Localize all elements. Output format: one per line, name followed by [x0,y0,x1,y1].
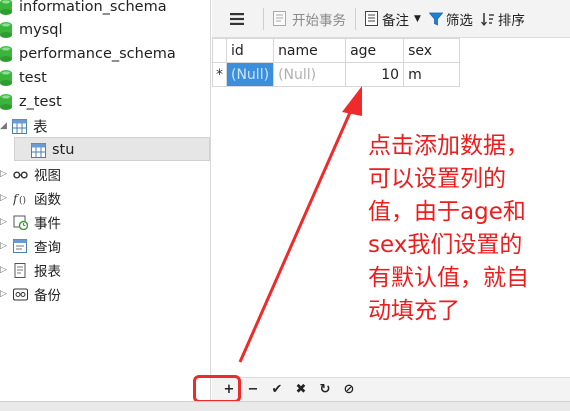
db-label: mysql [19,22,63,38]
cell-id[interactable]: (Null) [225,62,275,87]
group-label: 报表 [34,264,61,280]
db-z-test[interactable]: z_test [0,90,62,114]
record-navigation-bar: + − ✔ ✖ ↻ ⊘ [212,377,570,401]
db-information-schema[interactable]: information_schema [0,0,167,19]
group-label: 事件 [34,216,61,232]
table-icon [12,118,27,134]
hamburger-menu-icon [230,12,244,25]
column-header-sex[interactable]: sex [403,38,461,63]
database-icon [0,22,12,38]
toolbar-separator [263,7,264,30]
expand-arrow-icon[interactable]: ▷ [0,217,10,227]
sort-button[interactable]: 排序 [477,6,529,32]
annotation-line: 可以设置列的 [368,166,506,192]
database-icon [0,0,12,15]
memo-label: 备注 [382,12,409,29]
table-item-stu[interactable]: stu [31,138,74,162]
cell-age[interactable]: 10 [345,62,405,87]
apply-changes-button[interactable]: ✔ [266,380,288,400]
expand-arrow-icon[interactable]: ▷ [0,169,10,179]
database-icon [0,46,12,62]
column-header-name[interactable]: name [273,38,347,63]
report-icon [14,262,26,278]
column-header-id[interactable]: id [225,38,275,63]
sort-icon [480,12,494,26]
group-events[interactable]: ▷ 事件 [0,210,61,234]
database-icon [0,94,12,110]
group-functions[interactable]: ▷ f () 函数 [0,186,61,210]
row-marker-header [212,38,227,63]
db-test[interactable]: test [0,66,47,90]
expand-arrow-icon[interactable]: ▷ [0,193,10,203]
table-label: stu [52,142,75,158]
svg-text:(): () [19,195,26,206]
database-icon [0,70,12,86]
annotation-line: 值，由于age和 [368,199,526,225]
annotation-line: sex我们设置的 [368,232,523,258]
table-icon [31,142,46,158]
delete-record-button[interactable]: − [242,380,264,400]
group-views[interactable]: ▷ 视图 [0,162,61,186]
db-mysql[interactable]: mysql [0,18,63,42]
db-label: information_schema [19,0,167,15]
header-row: id name age sex [212,38,461,63]
tables-group[interactable]: ◢ 表 [0,114,48,138]
filter-label: 筛选 [445,12,473,29]
begin-transaction-button[interactable]: 开始事务 [269,6,350,32]
toolbar-separator [355,7,356,30]
backup-icon [13,288,28,300]
column-header-age[interactable]: age [345,38,405,63]
cell-name[interactable]: (Null) [273,62,347,87]
db-performance-schema[interactable]: performance_schema [0,42,176,66]
clock-icon [13,215,28,230]
add-button-highlight [193,375,241,403]
menu-button[interactable] [212,6,258,32]
annotation-line: 点击添加数据， [368,133,529,159]
data-grid: id name age sex * (Null) (Null) 10 m [212,38,461,87]
db-label: z_test [19,94,62,110]
db-label: test [19,70,47,86]
sort-label: 排序 [497,12,525,29]
memo-icon [365,11,378,26]
glasses-icon [13,170,28,178]
group-label: 函数 [34,192,61,208]
filter-button[interactable]: 筛选 [425,6,477,32]
status-bar [0,401,570,411]
toolbar: 开始事务 备注 ▼ 筛选 排序 [212,0,570,38]
refresh-button[interactable]: ↻ [314,380,336,400]
group-label: 视图 [34,168,61,184]
function-icon: f () [13,192,26,206]
group-reports[interactable]: ▷ 报表 [0,258,61,282]
collapse-arrow-icon[interactable]: ◢ [0,121,8,131]
expand-arrow-icon[interactable]: ▷ [0,241,10,251]
annotation-line: 有默认值，就自 [368,265,529,291]
group-label: 备份 [34,288,61,304]
navigation-sidebar: information_schema mysql performance_sch… [0,0,211,411]
annotation-line: 动填充了 [368,298,460,324]
begin-transaction-label: 开始事务 [292,12,346,29]
tables-group-label: 表 [33,119,48,136]
filter-icon [428,12,443,26]
expand-arrow-icon[interactable]: ▷ [0,265,10,275]
query-icon [13,238,27,253]
group-queries[interactable]: ▷ 查询 [0,234,61,258]
annotation-text: 点击添加数据， 可以设置列的 值，由于age和 sex我们设置的 有默认值，就自… [368,130,558,328]
transaction-icon [273,11,286,26]
stop-button[interactable]: ⊘ [338,380,360,400]
memo-button[interactable]: 备注 ▼ [361,6,425,32]
expand-arrow-icon[interactable]: ▷ [0,289,10,299]
table-row[interactable]: * (Null) (Null) 10 m [212,62,461,87]
new-row-marker: * [212,62,227,87]
group-backups[interactable]: ▷ 备份 [0,282,61,306]
group-label: 查询 [34,240,61,256]
cell-sex[interactable]: m [403,62,461,87]
dropdown-arrow-icon[interactable]: ▼ [414,14,421,24]
discard-changes-button[interactable]: ✖ [290,380,312,400]
db-label: performance_schema [19,46,176,62]
